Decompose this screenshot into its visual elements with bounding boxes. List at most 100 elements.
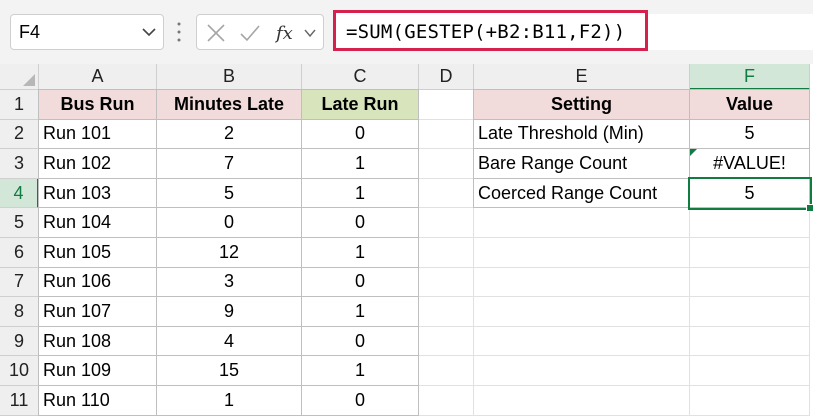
table-cell[interactable]: Run 106 xyxy=(38,266,157,298)
cell[interactable] xyxy=(419,238,474,268)
row-header-4[interactable]: 4 xyxy=(0,178,39,209)
table-cell[interactable]: Run 107 xyxy=(38,296,157,327)
cell[interactable] xyxy=(690,297,810,327)
row-header-1[interactable]: 1 xyxy=(0,90,39,120)
row-header-9[interactable]: 9 xyxy=(0,326,39,357)
settings-value-cell[interactable]: #VALUE! xyxy=(689,148,810,179)
table-cell[interactable]: 0 xyxy=(301,325,419,357)
table-cell[interactable]: 0 xyxy=(156,207,302,238)
table-cell[interactable]: 1 xyxy=(301,237,419,268)
more-options-icon[interactable] xyxy=(176,20,182,44)
table-header-cell[interactable]: Late Run xyxy=(301,89,419,120)
table-cell[interactable]: 0 xyxy=(301,207,419,238)
table-cell[interactable]: 12 xyxy=(156,237,302,268)
table-cell[interactable]: Run 110 xyxy=(38,385,157,416)
cell[interactable] xyxy=(419,90,474,120)
cell[interactable] xyxy=(690,326,810,357)
cell[interactable] xyxy=(474,208,690,238)
cell[interactable] xyxy=(419,208,474,238)
settings-header-cell[interactable]: Setting xyxy=(473,89,690,120)
settings-value-cell[interactable]: 5 xyxy=(689,118,810,150)
formula-input[interactable]: =SUM(GESTEP(+B2:B11,F2)) xyxy=(333,10,648,51)
formula-buttons: fx xyxy=(196,14,324,50)
table-cell[interactable]: 1 xyxy=(301,148,419,179)
table-cell[interactable]: 15 xyxy=(156,355,302,386)
select-all-triangle-icon xyxy=(23,74,35,86)
row-header-6[interactable]: 6 xyxy=(0,238,39,268)
settings-label-cell[interactable]: Late Threshold (Min) xyxy=(473,118,690,150)
table-cell[interactable]: Run 102 xyxy=(38,148,157,179)
table-cell[interactable]: Run 101 xyxy=(38,118,157,150)
cell[interactable] xyxy=(474,386,690,416)
table-cell[interactable]: 1 xyxy=(156,385,302,416)
chevron-down-icon[interactable] xyxy=(141,24,157,40)
settings-label-cell[interactable]: Coerced Range Count xyxy=(473,177,690,209)
cell[interactable] xyxy=(419,267,474,298)
row-header-5[interactable]: 5 xyxy=(0,208,39,238)
cell[interactable] xyxy=(690,238,810,268)
column-header-f[interactable]: F xyxy=(690,64,810,90)
cell[interactable] xyxy=(419,297,474,327)
cell[interactable] xyxy=(474,238,690,268)
row-header-2[interactable]: 2 xyxy=(0,119,39,150)
table-header-cell[interactable]: Minutes Late xyxy=(156,89,302,120)
close-icon[interactable] xyxy=(205,22,227,44)
select-all-button[interactable] xyxy=(0,64,39,90)
table-cell[interactable]: 0 xyxy=(301,385,419,416)
table-cell[interactable]: 0 xyxy=(301,118,419,150)
table-cell[interactable]: 0 xyxy=(301,266,419,298)
table-cell[interactable]: 1 xyxy=(301,177,419,209)
cell[interactable] xyxy=(419,386,474,416)
cell[interactable] xyxy=(419,119,474,150)
column-header-a[interactable]: A xyxy=(39,64,157,90)
table-cell[interactable]: 5 xyxy=(156,177,302,209)
check-icon[interactable] xyxy=(239,22,261,44)
table-cell[interactable]: Run 103 xyxy=(38,177,157,209)
column-header-b[interactable]: B xyxy=(157,64,302,90)
cell[interactable] xyxy=(474,356,690,386)
active-cell-selection[interactable] xyxy=(688,176,812,211)
table-header-cell[interactable]: Bus Run xyxy=(38,89,157,120)
chevron-down-icon[interactable] xyxy=(303,26,317,40)
cell[interactable] xyxy=(690,267,810,298)
row-header-11[interactable]: 11 xyxy=(0,386,39,416)
cell[interactable] xyxy=(474,297,690,327)
formula-text: =SUM(GESTEP(+B2:B11,F2)) xyxy=(346,21,626,43)
table-cell[interactable]: 1 xyxy=(301,296,419,327)
table-cell[interactable]: Run 108 xyxy=(38,325,157,357)
formula-bar: F4 fx =SUM(GESTEP(+B2:B11,F2)) xyxy=(0,0,813,64)
cell[interactable] xyxy=(690,356,810,386)
name-box-value: F4 xyxy=(19,22,41,42)
row-header-7[interactable]: 7 xyxy=(0,267,39,298)
table-cell[interactable]: 7 xyxy=(156,148,302,179)
cell[interactable] xyxy=(474,267,690,298)
name-box[interactable]: F4 xyxy=(10,14,164,50)
table-cell[interactable]: 4 xyxy=(156,325,302,357)
table-cell[interactable]: 2 xyxy=(156,118,302,150)
formula-input-extension[interactable] xyxy=(648,14,813,50)
table-cell[interactable]: 3 xyxy=(156,266,302,298)
row-header-8[interactable]: 8 xyxy=(0,297,39,327)
table-cell[interactable]: 1 xyxy=(301,355,419,386)
cell[interactable] xyxy=(419,356,474,386)
cell[interactable] xyxy=(419,178,474,209)
table-cell[interactable]: Run 104 xyxy=(38,207,157,238)
cell[interactable] xyxy=(690,386,810,416)
fx-icon[interactable]: fx xyxy=(275,22,301,44)
settings-header-cell[interactable]: Value xyxy=(689,89,810,120)
cell[interactable] xyxy=(690,208,810,238)
table-cell[interactable]: 9 xyxy=(156,296,302,327)
cell[interactable] xyxy=(419,149,474,179)
cell[interactable] xyxy=(474,326,690,357)
settings-label-cell[interactable]: Bare Range Count xyxy=(473,148,690,179)
table-cell[interactable]: Run 105 xyxy=(38,237,157,268)
column-header-d[interactable]: D xyxy=(419,64,474,90)
fill-handle[interactable] xyxy=(806,204,813,213)
cell[interactable] xyxy=(419,326,474,357)
column-header-c[interactable]: C xyxy=(302,64,419,90)
error-indicator-icon[interactable] xyxy=(690,149,697,157)
table-cell[interactable]: Run 109 xyxy=(38,355,157,386)
row-header-3[interactable]: 3 xyxy=(0,149,39,179)
row-header-10[interactable]: 10 xyxy=(0,356,39,386)
column-header-e[interactable]: E xyxy=(474,64,690,90)
